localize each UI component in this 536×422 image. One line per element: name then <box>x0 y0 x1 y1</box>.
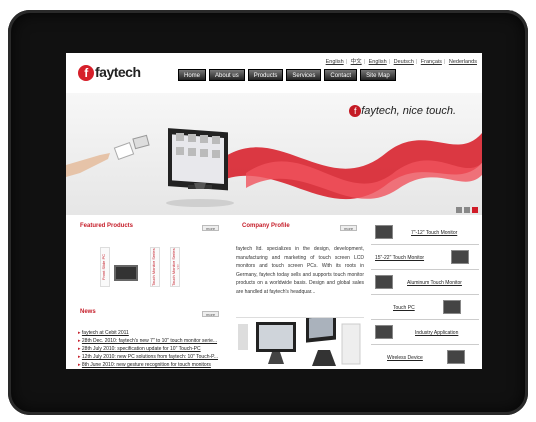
news-item[interactable]: 8th June 2010: new gesture recognition f… <box>78 361 228 369</box>
nav-site-map[interactable]: Site Map <box>360 69 396 81</box>
company-profile-title: Company Profile <box>242 223 290 229</box>
news-item[interactable]: 12th July 2010: new PC solutions from fa… <box>78 353 228 361</box>
language-selector: English | 中文 | English | Deutsch | Français |… <box>325 59 477 65</box>
lang-english[interactable]: English <box>326 59 344 65</box>
side-item-wireless-device[interactable]: Wireless Device <box>371 346 479 369</box>
lang-english-2[interactable]: English <box>369 59 387 65</box>
featured-product-image[interactable] <box>114 265 138 281</box>
news-item[interactable]: faytech at Cebit 2011 <box>78 329 228 337</box>
nav-services[interactable]: Services <box>286 69 322 81</box>
news-item[interactable]: 28th July 2010: specification update for… <box>78 345 228 353</box>
news-list: faytech at Cebit 2011 28th Dec. 2010: fa… <box>78 329 228 369</box>
banner-next[interactable] <box>464 207 470 213</box>
touch-pc-icon <box>443 300 461 314</box>
company-product-images[interactable] <box>236 311 364 369</box>
banner-slogan: nice touch. <box>402 105 456 117</box>
side-item-7-12-touch-monitor[interactable]: 7"-12" Touch Monitor <box>371 221 479 245</box>
news-more-button[interactable]: more <box>202 311 220 317</box>
featured-products-strip: Front Slide PC Touch Monitor Series Touc… <box>96 245 216 289</box>
lang-nederlands[interactable]: Nederlands <box>449 59 477 65</box>
featured-more-button[interactable]: more <box>202 225 220 231</box>
main-nav: Home About us Products Services Contact … <box>178 69 396 81</box>
wireless-device-icon <box>447 350 465 364</box>
company-monitors-illustration <box>238 311 361 366</box>
nav-about-us[interactable]: About us <box>209 69 245 81</box>
product-side-menu: 7"-12" Touch Monitor 15"-22" Touch Monit… <box>371 221 479 369</box>
featured-label-3[interactable]: Touch Monitor Series 12" <box>170 247 180 287</box>
banner-pager <box>456 207 478 213</box>
news-item[interactable]: 28th Dec. 2010: faytech's new 7" to 10" … <box>78 337 228 345</box>
nav-contact[interactable]: Contact <box>324 69 358 81</box>
monitor-icon <box>375 275 393 289</box>
banner-current[interactable] <box>472 207 478 213</box>
featured-label-1[interactable]: Front Slide PC <box>100 247 110 287</box>
lang-francais[interactable]: Français <box>421 59 442 65</box>
side-item-aluminum-touch-monitor[interactable]: Aluminum Touch Monitor <box>371 271 479 295</box>
lang-chinese[interactable]: 中文 <box>351 59 362 65</box>
hero-banner: f faytech, nice touch. <box>66 93 482 215</box>
featured-products-title: Featured Products <box>80 223 134 229</box>
site-header: f faytech English | 中文 | English | Deutsch | … <box>66 53 482 91</box>
industry-icon <box>375 325 393 339</box>
company-more-button[interactable]: more <box>340 225 358 231</box>
lang-deutsch[interactable]: Deutsch <box>394 59 414 65</box>
browser-screen: f faytech English | 中文 | English | Deutsch | … <box>66 53 482 369</box>
monitor-icon <box>451 250 469 264</box>
banner-brand: f faytech, nice touch. <box>349 105 456 117</box>
main-content: Featured Products more Front Slide PC To… <box>66 217 482 369</box>
banner-prev[interactable] <box>456 207 462 213</box>
monitor-icon <box>375 225 393 239</box>
side-item-15-22-touch-monitor[interactable]: 15"-22" Touch Monitor <box>371 246 479 270</box>
company-profile-text: faytech ltd. specializes in the design, … <box>236 246 364 295</box>
nav-home[interactable]: Home <box>178 69 207 81</box>
news-title: News <box>80 309 96 315</box>
side-item-industry-application[interactable]: Industry Application <box>371 321 479 345</box>
nav-products[interactable]: Products <box>247 69 284 81</box>
faytech-logo[interactable]: f faytech <box>78 64 141 81</box>
logo-text: faytech <box>95 64 141 80</box>
featured-label-2[interactable]: Touch Monitor Series <box>150 247 160 287</box>
banner-brand-name: faytech <box>361 105 397 117</box>
side-item-touch-pc[interactable]: Touch PC <box>371 296 479 320</box>
